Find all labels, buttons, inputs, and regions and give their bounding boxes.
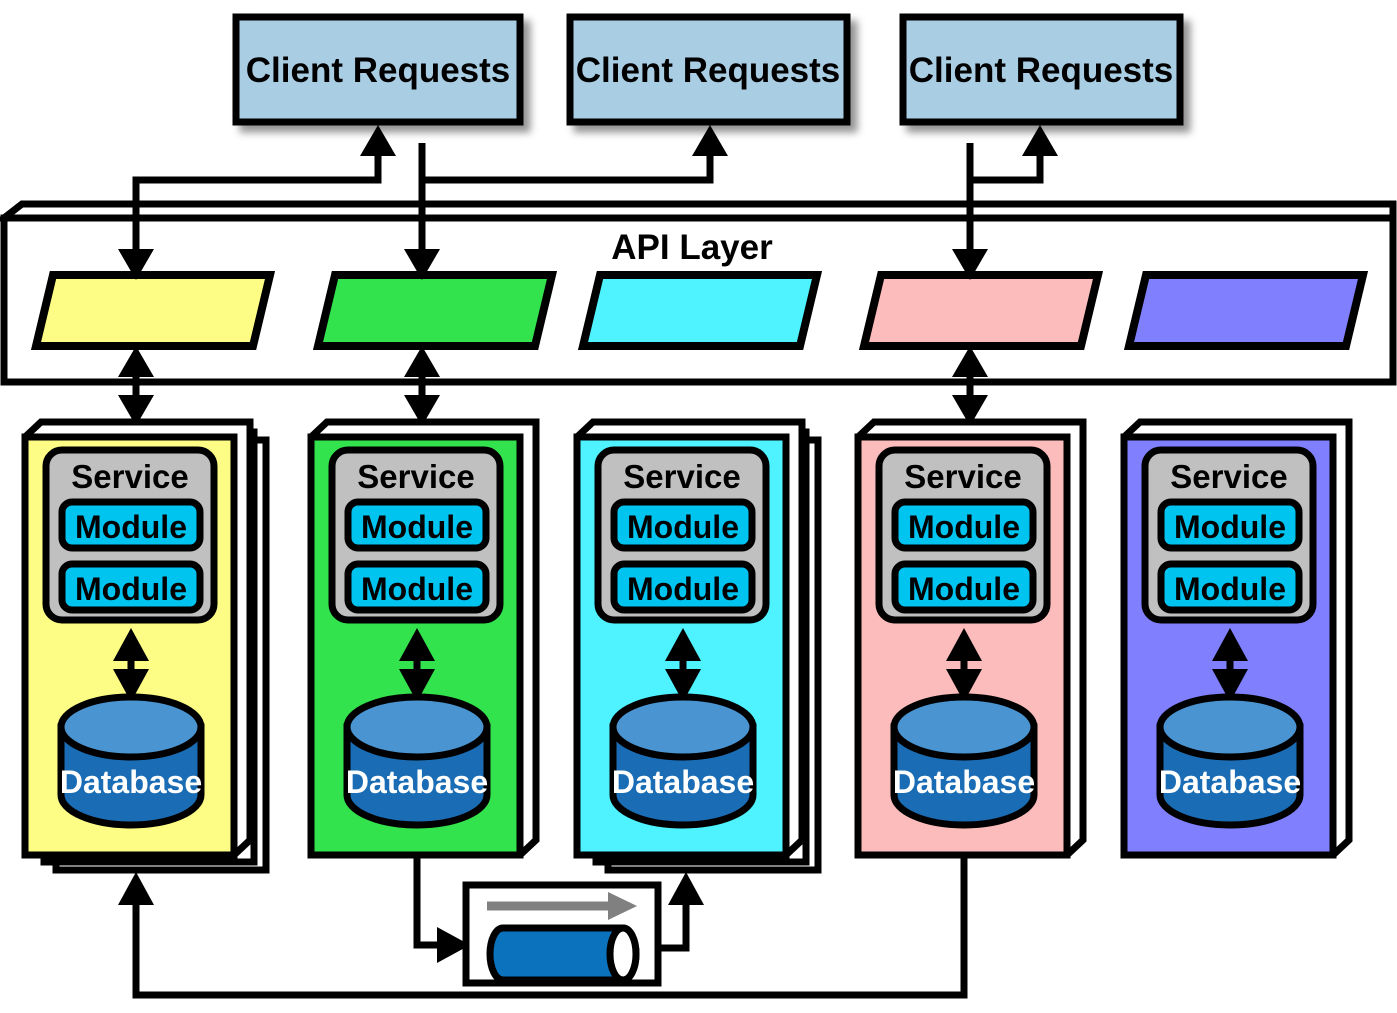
client-requests-label: Client Requests <box>576 51 841 90</box>
endpoint-green[interactable] <box>312 271 558 350</box>
database-cylinder[interactable]: Database <box>890 693 1038 829</box>
api-layer[interactable]: API Layer <box>0 200 1397 386</box>
database-cylinder[interactable]: Database <box>1156 693 1304 829</box>
module-label: Module <box>627 509 739 545</box>
db-top <box>1156 693 1304 761</box>
module-label: Module <box>75 509 187 545</box>
architecture-diagram: Client Requests Client Requests Client R… <box>0 13 1397 999</box>
service-panel: Service Module Module <box>328 446 504 624</box>
service-label: Service <box>1170 458 1287 495</box>
module-label: Module <box>361 509 473 545</box>
client-requests-label: Client Requests <box>246 51 511 90</box>
database-cylinder[interactable]: Database <box>609 693 757 829</box>
service-panel: Service Module Module <box>42 446 218 624</box>
service-card-cyan[interactable]: Service Module Module Database <box>573 418 822 874</box>
api-layer-label: API Layer <box>611 228 773 267</box>
module-label: Module <box>1174 571 1286 607</box>
client-requests-box-2[interactable]: Client Requests <box>566 13 851 126</box>
db-top <box>57 693 205 761</box>
database-label: Database <box>60 764 202 800</box>
module-label: Module <box>75 571 187 607</box>
service-label: Service <box>904 458 1021 495</box>
database-label: Database <box>612 764 754 800</box>
service-label: Service <box>623 458 740 495</box>
arrowhead-up-client-1 <box>360 125 396 156</box>
client-requests-group: Client Requests Client Requests Client R… <box>232 13 1184 126</box>
pipe-open-end <box>606 924 640 984</box>
service-panel: Service Module Module <box>594 446 770 624</box>
module-label: Module <box>908 509 1020 545</box>
arrowhead-up-client-2 <box>692 125 728 156</box>
client-requests-label: Client Requests <box>909 51 1174 90</box>
db-top <box>890 693 1038 761</box>
module-label: Module <box>1174 509 1286 545</box>
arrowhead-up-client-3 <box>1022 125 1058 156</box>
db-top <box>609 693 757 761</box>
db-top <box>343 693 491 761</box>
database-label: Database <box>893 764 1035 800</box>
service-panel: Service Module Module <box>1141 446 1317 624</box>
message-queue[interactable] <box>462 881 662 987</box>
service-card-yellow[interactable]: Service Module Module Database <box>21 418 270 874</box>
endpoint-yellow[interactable] <box>30 271 276 350</box>
endpoint-cyan[interactable] <box>577 271 823 350</box>
arrowhead-into-cyan-db <box>668 872 704 905</box>
arrowhead-into-yellow-db <box>118 872 154 905</box>
database-label: Database <box>346 764 488 800</box>
service-card-purple[interactable]: Service Module Module Database <box>1120 418 1353 859</box>
database-cylinder[interactable]: Database <box>343 693 491 829</box>
database-label: Database <box>1159 764 1301 800</box>
client-requests-box-3[interactable]: Client Requests <box>899 13 1184 126</box>
queue-pipe-icon <box>486 924 640 984</box>
service-label: Service <box>357 458 474 495</box>
module-label: Module <box>361 571 473 607</box>
database-cylinder[interactable]: Database <box>57 693 205 829</box>
service-panel: Service Module Module <box>875 446 1051 624</box>
diagram-canvas: Client Requests Client Requests Client R… <box>0 0 1397 1013</box>
service-label: Service <box>71 458 188 495</box>
service-card-pink[interactable]: Service Module Module Database <box>854 418 1087 859</box>
client-requests-box-1[interactable]: Client Requests <box>232 13 524 126</box>
endpoint-pink[interactable] <box>858 271 1104 350</box>
endpoint-purple[interactable] <box>1123 271 1369 350</box>
module-label: Module <box>908 571 1020 607</box>
service-card-green[interactable]: Service Module Module Database <box>307 418 540 859</box>
module-label: Module <box>627 571 739 607</box>
